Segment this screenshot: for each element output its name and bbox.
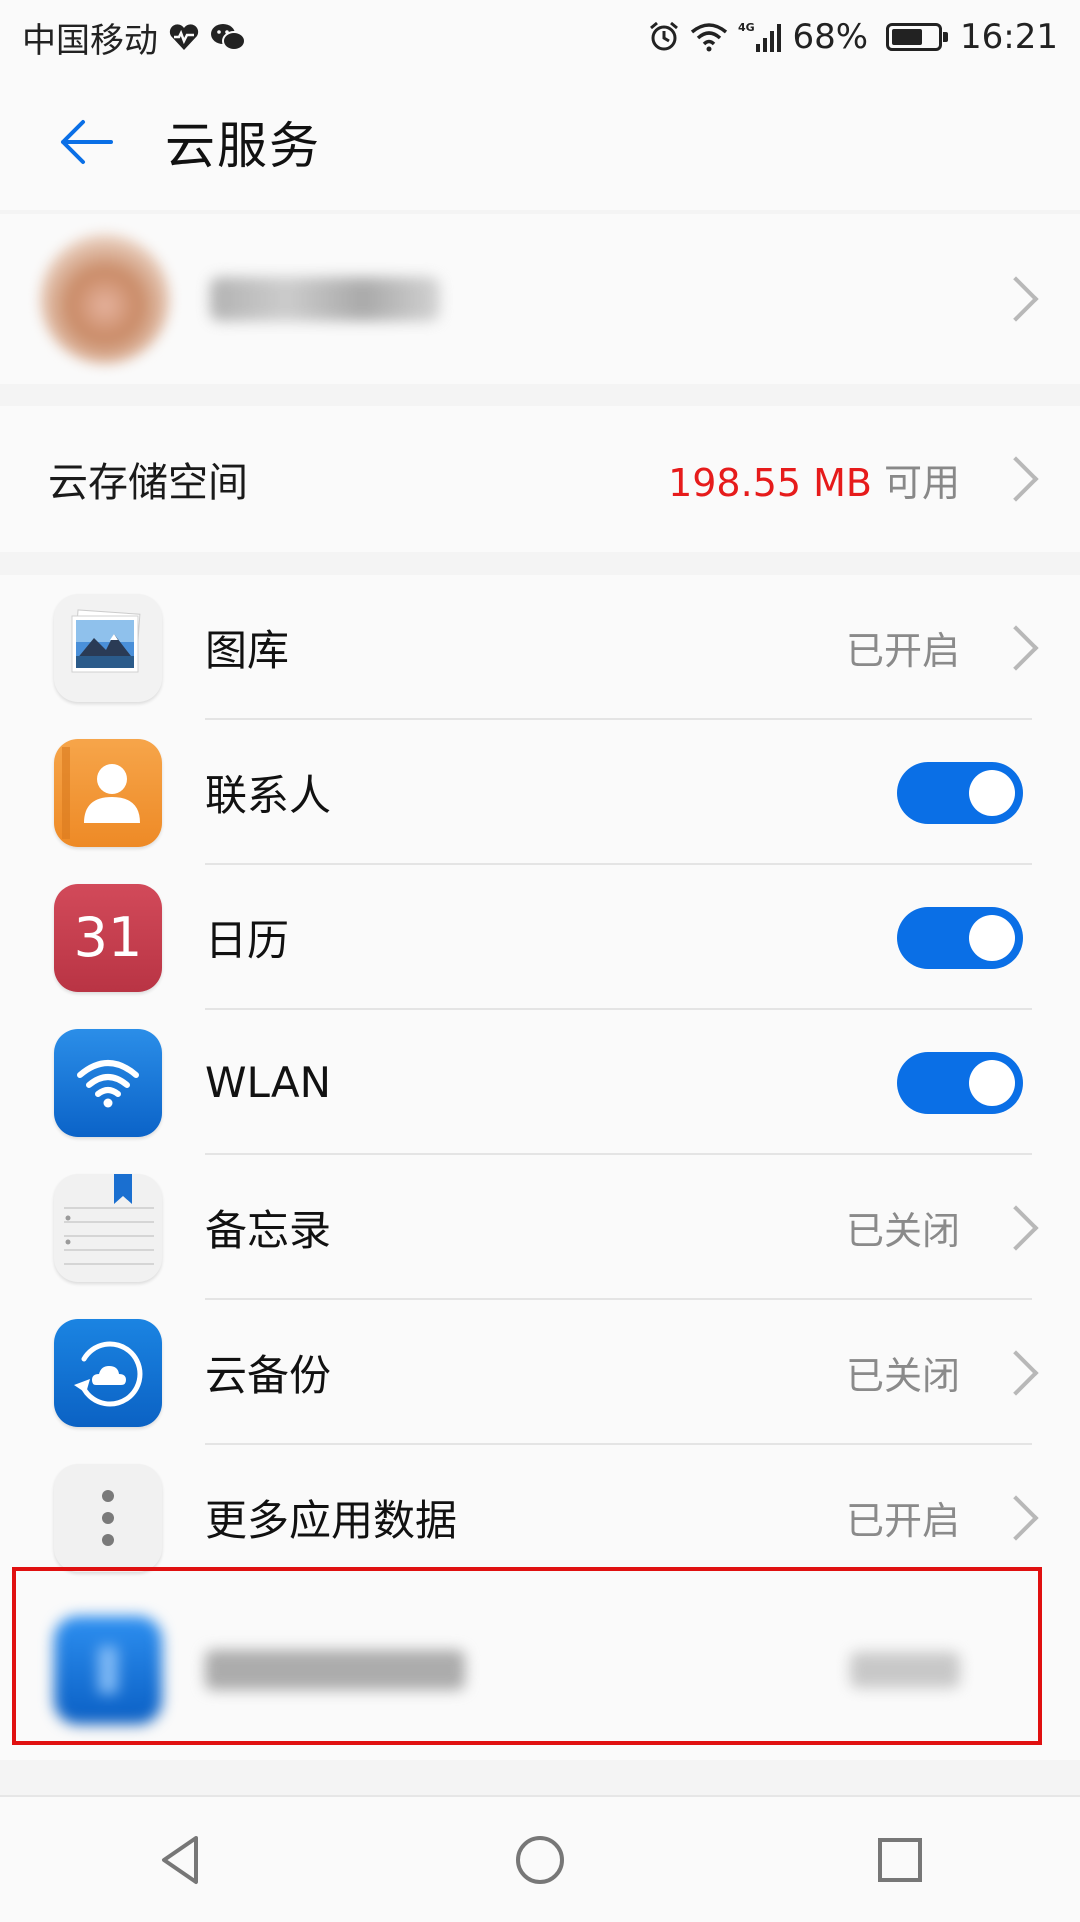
list-item-wlan: WLAN <box>0 1010 1080 1155</box>
storage-label: 云存储空间 <box>48 460 248 506</box>
storage-amount: 198.55 MB <box>668 460 872 505</box>
carrier-label: 中国移动 <box>22 20 158 61</box>
clock: 16:21 <box>960 17 1058 57</box>
chevron-right-icon <box>993 624 1039 671</box>
more-icon <box>54 1463 162 1572</box>
chevron-right-icon <box>993 1494 1039 1541</box>
contacts-toggle[interactable] <box>897 761 1023 824</box>
chevron-right-icon <box>993 276 1039 322</box>
list-item-notes[interactable]: 备忘录 已关闭 <box>0 1155 1080 1300</box>
list-item-blurred[interactable] <box>0 1590 1080 1750</box>
triangle-back-icon <box>162 1835 198 1884</box>
wifi-icon <box>54 1028 162 1137</box>
page-title: 云服务 <box>165 117 321 175</box>
row-label: 日历 <box>205 916 290 965</box>
row-label: 更多应用数据 <box>205 1496 458 1545</box>
battery-percent: 68% <box>792 17 869 57</box>
network-type-label: 4G <box>738 21 755 34</box>
notes-icon <box>54 1173 162 1282</box>
battery-fill <box>892 29 922 45</box>
blurred-label <box>205 1650 465 1690</box>
app-data-list: 图库 已开启 联系人 31 日历 WLAN 备忘录 已关闭 云备份 已关闭 更多… <box>0 575 1080 1760</box>
storage-available-label: 可用 <box>883 460 960 505</box>
contacts-icon <box>54 738 162 847</box>
list-item-cloud-backup[interactable]: 云备份 已关闭 <box>0 1300 1080 1445</box>
row-label: 备忘录 <box>205 1206 332 1255</box>
gallery-icon <box>54 593 162 702</box>
alarm-icon <box>648 21 680 53</box>
list-item-calendar: 31 日历 <box>0 865 1080 1010</box>
square-recents-icon <box>878 1837 922 1882</box>
wechat-icon <box>210 22 246 52</box>
phone-finder-icon <box>54 1616 162 1724</box>
row-status: 已开启 <box>845 629 960 673</box>
row-status: 已开启 <box>845 1499 960 1543</box>
toggle-knob <box>969 1059 1015 1106</box>
health-heart-icon <box>168 22 200 52</box>
row-label: 图库 <box>205 626 290 675</box>
battery-icon <box>886 23 949 51</box>
list-item-more-app-data[interactable]: 更多应用数据 已开启 <box>0 1445 1080 1590</box>
cellular-signal-icon: 4G <box>738 20 782 54</box>
wlan-toggle[interactable] <box>897 1051 1023 1114</box>
storage-row[interactable]: 云存储空间 198.55 MB 可用 <box>0 406 1080 552</box>
calendar-icon: 31 <box>54 883 162 992</box>
row-status: 已关闭 <box>845 1354 960 1398</box>
back-arrow-icon <box>61 120 113 164</box>
navigation-bar <box>0 1795 1080 1922</box>
blurred-status <box>850 1652 960 1688</box>
nav-recents-button[interactable] <box>840 1810 960 1910</box>
app-bar: 云服务 <box>0 74 1080 210</box>
wifi-signal-icon <box>690 22 728 52</box>
account-row[interactable] <box>0 214 1080 384</box>
chevron-right-icon <box>993 456 1039 502</box>
row-label: 云备份 <box>205 1351 332 1400</box>
back-button[interactable] <box>35 92 135 192</box>
nav-home-button[interactable] <box>480 1810 600 1910</box>
chevron-right-icon <box>993 1349 1039 1396</box>
cloud-backup-icon <box>54 1318 162 1427</box>
toggle-knob <box>969 914 1015 961</box>
calendar-day-label: 31 <box>73 906 143 969</box>
row-label: WLAN <box>205 1058 332 1107</box>
list-item-gallery[interactable]: 图库 已开启 <box>0 575 1080 720</box>
toggle-knob <box>969 769 1015 816</box>
list-item-contacts: 联系人 <box>0 720 1080 865</box>
row-status: 已关闭 <box>845 1209 960 1253</box>
nav-back-button[interactable] <box>120 1810 240 1910</box>
account-name-blurred <box>210 277 440 321</box>
row-label: 联系人 <box>205 771 332 820</box>
chevron-right-icon <box>993 1204 1039 1251</box>
status-bar: 中国移动 4G 68% 16:21 <box>0 0 1080 74</box>
circle-home-icon <box>516 1835 564 1884</box>
avatar <box>40 234 170 364</box>
storage-value: 198.55 MB 可用 <box>668 452 960 507</box>
calendar-toggle[interactable] <box>897 906 1023 969</box>
